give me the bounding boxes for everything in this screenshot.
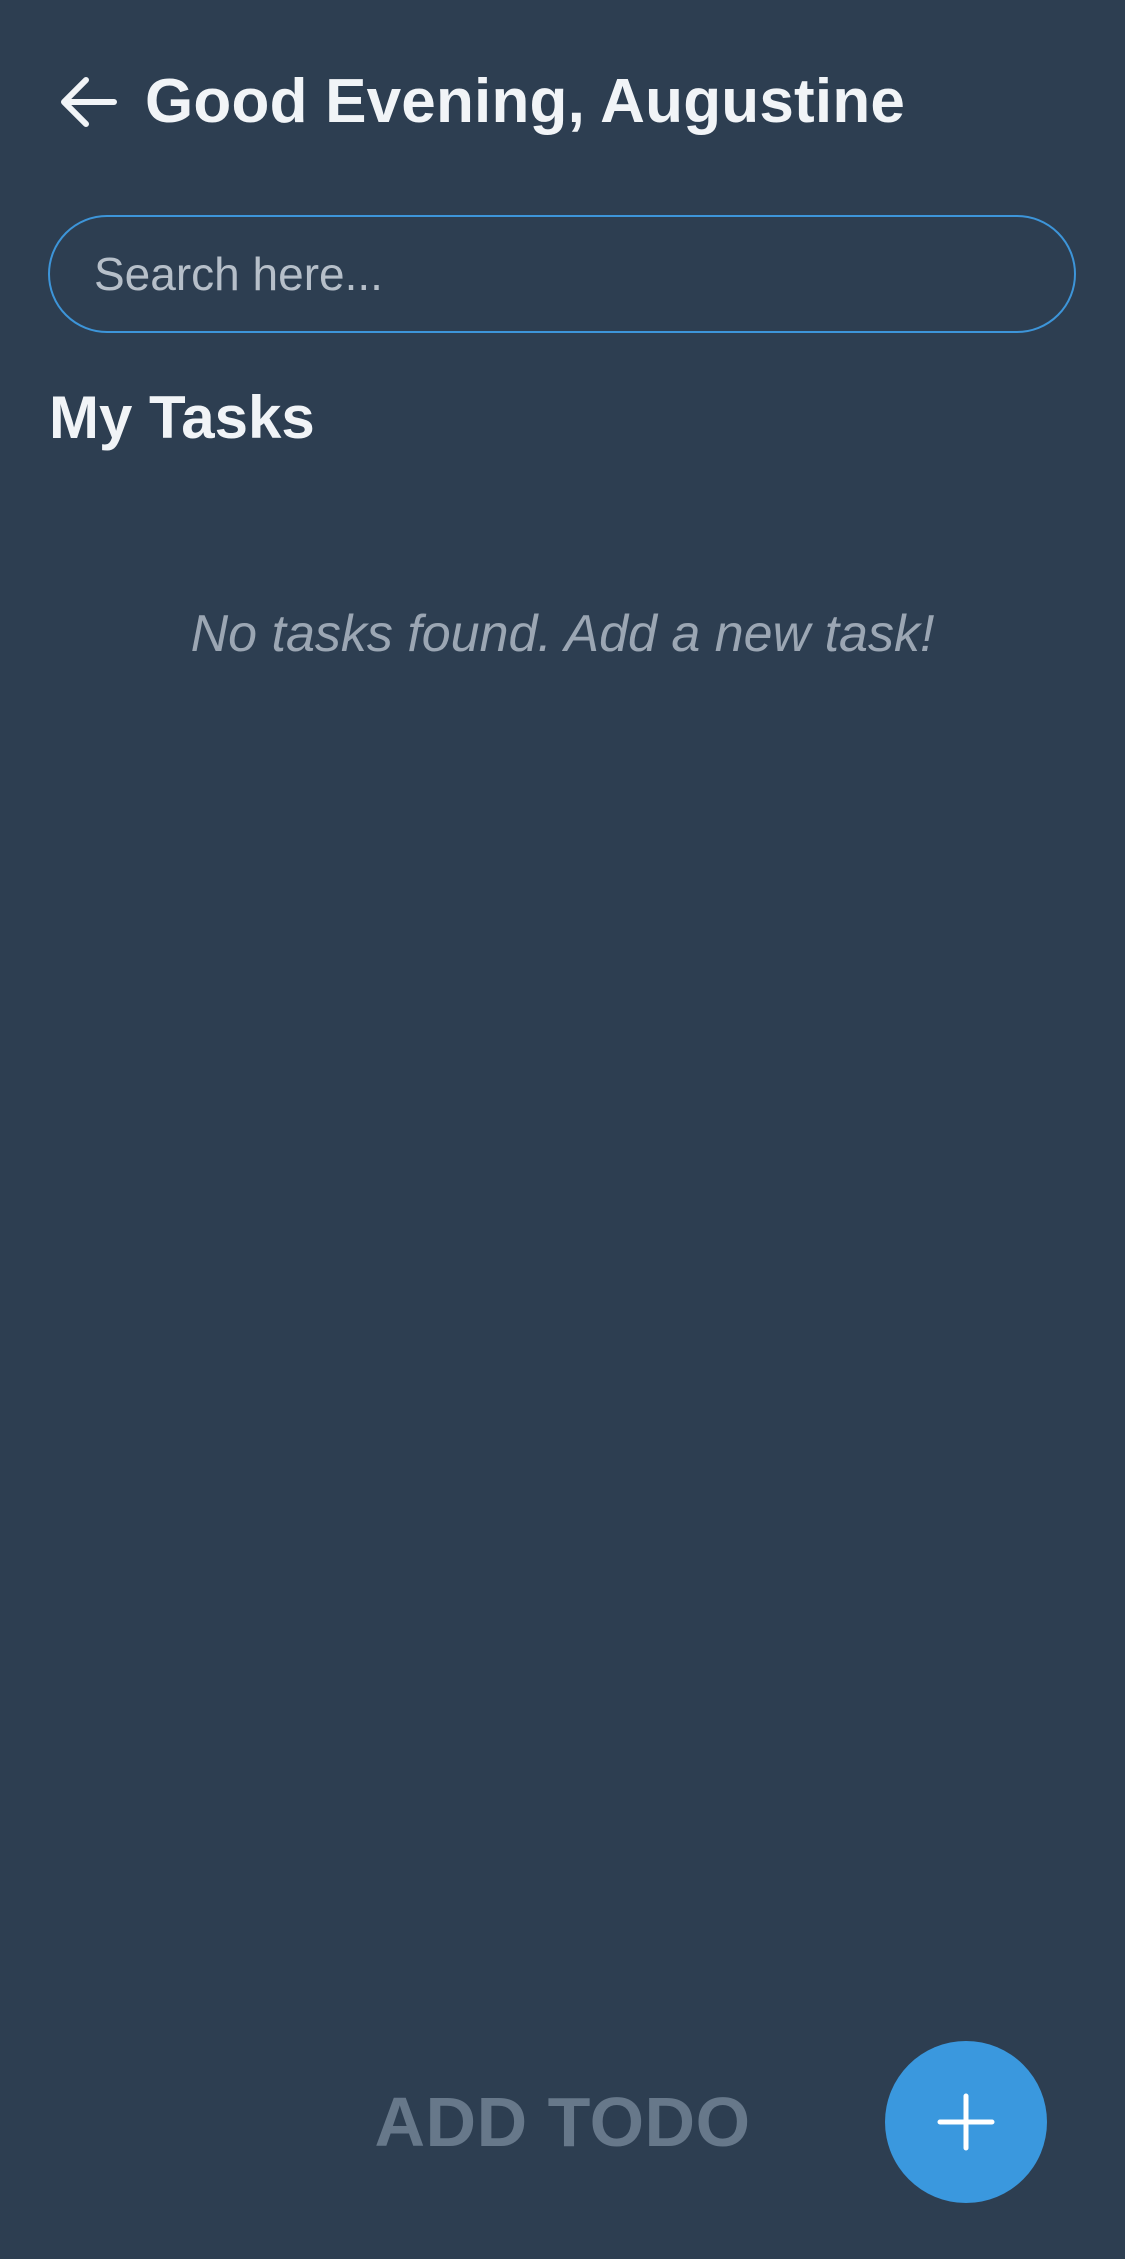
greeting-title: Good Evening, Augustine xyxy=(145,67,906,136)
search-bar[interactable] xyxy=(48,215,1076,333)
plus-icon xyxy=(937,2093,995,2151)
section-title: My Tasks xyxy=(49,384,315,451)
empty-state-message: No tasks found. Add a new task! xyxy=(190,605,935,663)
header: Good Evening, Augustine xyxy=(0,52,1125,148)
todo-screen: Good Evening, Augustine My Tasks No task… xyxy=(0,0,1125,2259)
arrow-left-icon xyxy=(61,77,117,127)
back-button[interactable] xyxy=(52,70,124,134)
search-input[interactable] xyxy=(94,217,1034,331)
add-task-fab[interactable] xyxy=(885,2041,1047,2203)
